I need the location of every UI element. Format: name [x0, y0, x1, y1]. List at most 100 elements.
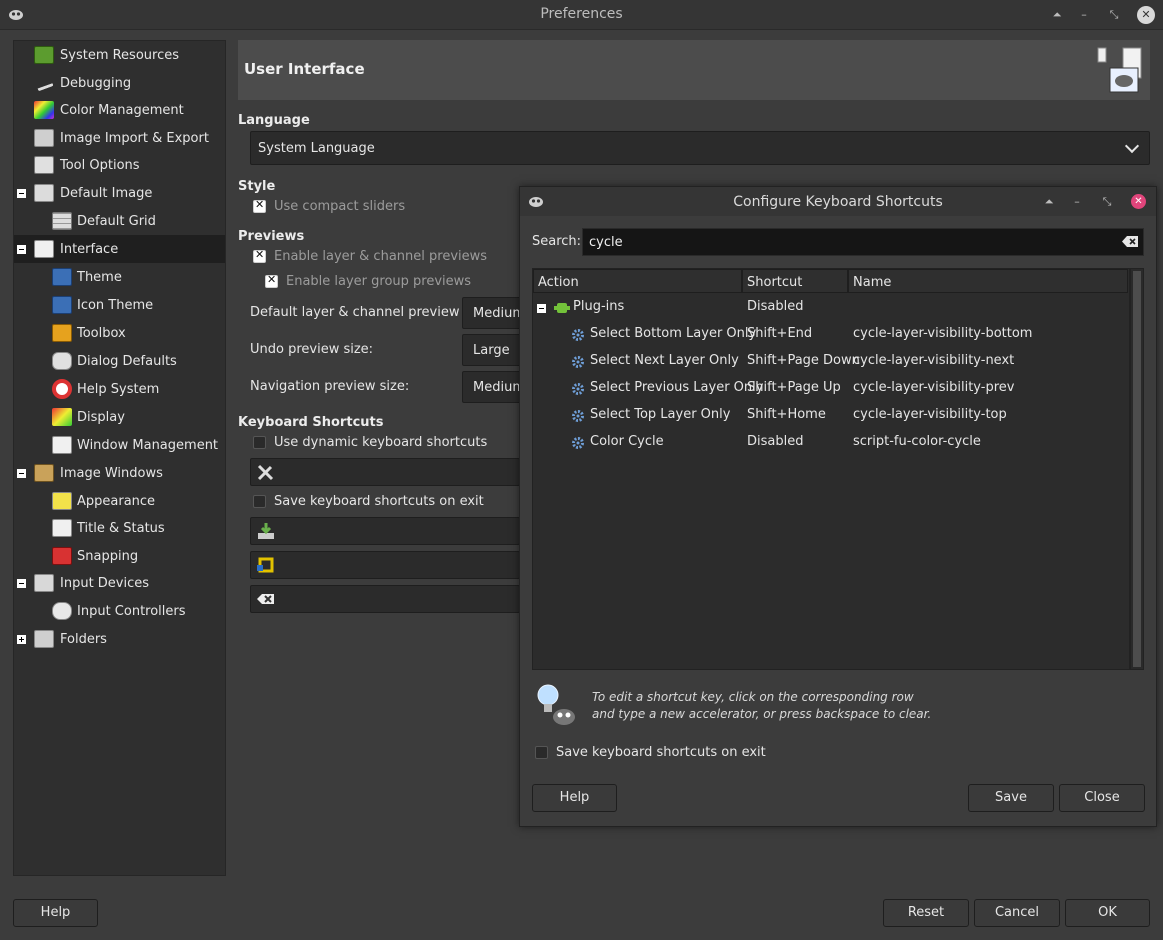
sidebar-item-label: Dialog Defaults: [77, 353, 177, 369]
sidebar-item-folders[interactable]: Folders: [14, 625, 225, 653]
sidebar-item-interface[interactable]: Interface: [14, 235, 225, 263]
clear-search-icon[interactable]: [1122, 236, 1138, 247]
column-header-shortcut[interactable]: Shortcut: [742, 269, 848, 293]
sidebar-item-input-controllers[interactable]: Input Controllers: [14, 597, 225, 625]
chevron-down-icon: [1124, 138, 1140, 154]
sidebar-item-color-management[interactable]: Color Management: [14, 96, 225, 124]
enable-layer-previews-checkbox[interactable]: Enable layer & channel previews: [253, 248, 487, 264]
sidebar-item-label: Window Management: [77, 437, 219, 453]
row-shortcut: Shift+Page Up: [747, 380, 841, 395]
collapse-icon[interactable]: [17, 469, 26, 478]
scrollbar-thumb[interactable]: [1133, 271, 1141, 667]
table-row[interactable]: Select Previous Layer Only Shift+Page Up…: [533, 375, 1129, 402]
configure-shortcuts-button[interactable]: [250, 458, 520, 486]
dynamic-shortcuts-checkbox[interactable]: Use dynamic keyboard shortcuts: [253, 435, 487, 450]
lightbulb-wilber-icon: [537, 684, 575, 725]
collapse-icon[interactable]: [17, 189, 26, 198]
sidebar-item-display[interactable]: Display: [14, 403, 225, 431]
dialog-save-on-exit-label: Save keyboard shortcuts on exit: [556, 745, 766, 760]
dialog-minimize-button[interactable]: –: [1068, 193, 1086, 211]
sidebar-item-label: Default Grid: [77, 213, 156, 229]
reset-button[interactable]: Reset: [883, 899, 969, 927]
ok-button[interactable]: OK: [1065, 899, 1150, 927]
maximize-button[interactable]: ⤡: [1105, 6, 1123, 24]
save-shortcuts-on-exit-checkbox[interactable]: Save keyboard shortcuts on exit: [253, 494, 484, 509]
sidebar-item-image-windows[interactable]: Image Windows: [14, 459, 225, 487]
language-select-value: System Language: [258, 141, 375, 156]
reset-shortcuts-button[interactable]: [250, 551, 520, 579]
sidebar-item-input-devices[interactable]: Input Devices: [14, 569, 225, 597]
window-titlebar: Preferences ⏶ – ⤡ ✕: [0, 0, 1163, 30]
help-button[interactable]: Help: [13, 899, 98, 927]
dialog-close-icon[interactable]: ✕: [1131, 194, 1146, 209]
sidebar-item-label: Input Controllers: [77, 603, 186, 619]
shortcuts-tree[interactable]: Action Shortcut Name Plug-ins Disabled S…: [532, 268, 1130, 670]
enable-group-previews-checkbox[interactable]: Enable layer group previews: [265, 273, 471, 289]
sidebar-item-label: Title & Status: [77, 520, 165, 536]
sidebar-item-image-import-export[interactable]: Image Import & Export: [14, 124, 225, 152]
sidebar-item-system-resources[interactable]: System Resources: [14, 41, 225, 69]
sidebar-item-icon-theme[interactable]: Icon Theme: [14, 291, 225, 319]
tree-scrollbar[interactable]: [1130, 268, 1144, 670]
language-select[interactable]: System Language: [250, 131, 1150, 165]
sidebar-item-toolbox[interactable]: Toolbox: [14, 319, 225, 347]
toolbox-icon: [52, 324, 72, 342]
gear-icon: [572, 437, 584, 449]
dialog-save-on-exit-checkbox[interactable]: Save keyboard shortcuts on exit: [535, 745, 766, 760]
sidebar-item-title-status[interactable]: Title & Status: [14, 514, 225, 542]
page-header: User Interface: [238, 40, 1150, 100]
checkbox-unchecked-icon[interactable]: [253, 436, 266, 449]
dialog-save-button[interactable]: Save: [968, 784, 1054, 812]
sidebar-item-snapping[interactable]: Snapping: [14, 542, 225, 570]
image-import-export-icon: [34, 129, 54, 147]
table-row[interactable]: Select Top Layer Only Shift+Home cycle-l…: [533, 402, 1129, 429]
sidebar-item-tool-options[interactable]: Tool Options: [14, 151, 225, 179]
hint-line-1: To edit a shortcut key, click on the cor…: [592, 690, 914, 704]
default-image-icon: [34, 184, 54, 202]
table-row[interactable]: Select Next Layer Only Shift+Page Down c…: [533, 348, 1129, 375]
expand-icon[interactable]: [17, 635, 26, 644]
sidebar-item-dialog-defaults[interactable]: Dialog Defaults: [14, 347, 225, 375]
gear-icon: [572, 410, 584, 422]
appearance-icon: [52, 492, 72, 510]
window-title: Preferences: [540, 6, 623, 22]
collapse-icon[interactable]: [537, 304, 546, 313]
save-shortcuts-on-exit-label: Save keyboard shortcuts on exit: [274, 494, 484, 509]
sidebar-item-default-image[interactable]: Default Image: [14, 179, 225, 207]
sidebar-item-help-system[interactable]: Help System: [14, 375, 225, 403]
dialog-maximize-button[interactable]: ⤡: [1098, 193, 1116, 211]
column-header-name[interactable]: Name: [848, 269, 1128, 293]
sidebar-item-theme[interactable]: Theme: [14, 263, 225, 291]
sidebar-item-debugging[interactable]: Debugging: [14, 69, 225, 97]
checkbox-checked-icon[interactable]: [265, 273, 278, 288]
checkbox-checked-icon[interactable]: [253, 248, 266, 263]
sidebar-item-window-management[interactable]: Window Management: [14, 431, 225, 459]
collapse-icon[interactable]: [17, 579, 26, 588]
collapse-icon[interactable]: [17, 245, 26, 254]
row-name: cycle-layer-visibility-top: [853, 407, 1007, 422]
checkbox-checked-icon[interactable]: [253, 198, 266, 213]
dialog-help-button[interactable]: Help: [532, 784, 617, 812]
help-system-icon: [52, 379, 72, 399]
dialog-shade-button[interactable]: ⏶: [1040, 193, 1058, 211]
close-button[interactable]: ✕: [1137, 6, 1155, 24]
search-input[interactable]: [582, 228, 1144, 256]
tree-group-row[interactable]: Plug-ins Disabled: [533, 294, 1129, 321]
sidebar-item-appearance[interactable]: Appearance: [14, 487, 225, 515]
checkbox-unchecked-icon[interactable]: [535, 746, 548, 759]
preferences-category-tree[interactable]: System Resources Debugging Color Managem…: [13, 40, 226, 876]
image-windows-icon: [34, 464, 54, 482]
checkbox-unchecked-icon[interactable]: [253, 495, 266, 508]
shade-button[interactable]: ⏶: [1048, 6, 1066, 24]
dialog-close-button[interactable]: Close: [1059, 784, 1145, 812]
minimize-button[interactable]: –: [1075, 6, 1093, 24]
column-header-action[interactable]: Action: [533, 269, 742, 293]
cancel-button[interactable]: Cancel: [974, 899, 1060, 927]
compact-sliders-checkbox[interactable]: Use compact sliders: [253, 198, 405, 214]
save-shortcuts-now-button[interactable]: [250, 517, 520, 545]
table-row[interactable]: Select Bottom Layer Only Shift+End cycle…: [533, 321, 1129, 348]
sidebar-item-default-grid[interactable]: Default Grid: [14, 207, 225, 235]
keyboard-shortcuts-dialog[interactable]: Configure Keyboard Shortcuts ⏶ – ⤡ ✕ Sea…: [519, 186, 1157, 827]
clear-shortcuts-button[interactable]: [250, 585, 520, 613]
table-row[interactable]: Color Cycle Disabled script-fu-color-cyc…: [533, 429, 1129, 456]
